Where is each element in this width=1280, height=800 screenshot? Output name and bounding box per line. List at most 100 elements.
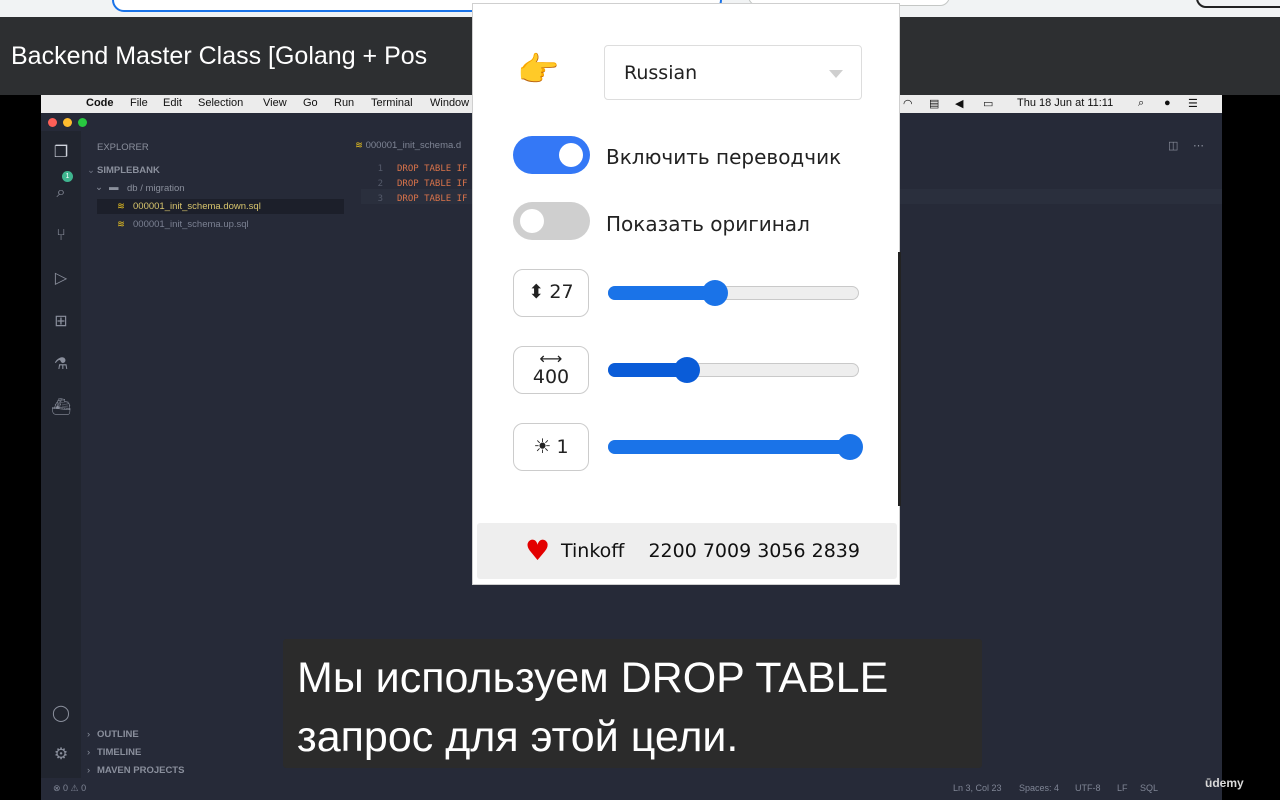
line-ending[interactable]: LF	[1117, 783, 1128, 793]
width-box: ⟷ 400	[513, 346, 589, 394]
panel-timeline[interactable]: TIMELINE	[97, 747, 141, 758]
slider-fill	[608, 286, 714, 300]
language-select[interactable]: Russian	[604, 45, 862, 100]
menu-item: Go	[303, 97, 318, 109]
more-actions-icon: ⋯	[1193, 140, 1204, 152]
problems-counter[interactable]: ⊗ 0 ⚠ 0	[53, 783, 86, 794]
brightness-icon: ☀	[533, 434, 552, 458]
toggle-label: Включить переводчик	[606, 145, 842, 169]
notification-badge: 1	[62, 171, 73, 182]
database-icon: ≋	[355, 140, 363, 151]
heart-icon: ♥	[525, 534, 551, 567]
profile-button[interactable]	[1196, 0, 1280, 8]
horizontal-resize-icon: ⟷	[539, 349, 563, 368]
menu-item: Edit	[163, 97, 182, 109]
language-select-value: Russian	[624, 62, 698, 84]
control-center-icon: ☰	[1188, 98, 1198, 110]
language-mode[interactable]: SQL	[1140, 783, 1158, 793]
subtitle-line: запрос для этой цели.	[297, 713, 739, 761]
subtitle-box: Мы используем DROP TABLE запрос для этой…	[283, 639, 982, 768]
panel-outline[interactable]: OUTLINE	[97, 729, 139, 740]
editor-tab[interactable]: ≋ 000001_init_schema.d	[355, 140, 461, 151]
wifi-icon: ◠	[903, 98, 913, 110]
file-item[interactable]: 000001_init_schema.down.sql	[133, 201, 261, 212]
line-number: 3	[377, 194, 383, 204]
chevron-down-icon	[829, 70, 843, 78]
donation-text: Tinkoff 2200 7009 3056 2839	[561, 540, 878, 562]
menu-item: Window	[430, 97, 470, 109]
code-text: DROP TABLE IF	[397, 194, 468, 204]
folder-name: db / migration	[127, 183, 185, 194]
encoding[interactable]: UTF-8	[1075, 783, 1101, 793]
volume-icon: ◀	[955, 98, 964, 110]
slider-fill	[608, 440, 849, 454]
explorer-title: EXPLORER	[97, 142, 149, 153]
menu-item: Terminal	[371, 97, 413, 109]
subtitle-line: Мы используем DROP TABLE	[297, 654, 889, 702]
menubar-clock: Thu 18 Jun at 11:11	[1017, 97, 1114, 109]
chevron-down-icon: ⌄	[95, 182, 103, 193]
extensions-icon: ⊞	[54, 313, 68, 330]
font-size-box: ⬍ 27	[513, 269, 589, 317]
chevron-right-icon: ›	[87, 729, 91, 740]
donation-bar: ♥ Tinkoff 2200 7009 3056 2839	[477, 523, 897, 579]
bank-name: Tinkoff	[561, 540, 625, 562]
menu-item: Code	[86, 97, 114, 109]
indentation[interactable]: Spaces: 4	[1019, 783, 1059, 793]
code-text: DROP TABLE IF	[397, 164, 468, 174]
menu-item: View	[263, 97, 287, 109]
toggle-label: Показать оригинал	[606, 212, 810, 236]
account-icon: ◯	[52, 705, 70, 722]
width-value: 400	[532, 366, 570, 388]
brightness-value: 1	[556, 436, 569, 458]
zoom-dot	[78, 118, 87, 127]
spotlight-icon: ⌕	[1138, 97, 1145, 109]
project-name: SIMPLEBANK	[97, 165, 160, 176]
activity-bar: ❐ 1 ⌕ ⑂ ▷ ⊞ ⚗ ⛴ ◯ ⚙	[41, 131, 81, 800]
explorer-icon: ❐	[53, 144, 69, 161]
code-text: DROP TABLE IF	[397, 179, 468, 189]
chevron-right-icon: ›	[87, 765, 91, 776]
menu-item: Selection	[198, 97, 244, 109]
minimize-dot	[63, 118, 72, 127]
close-dot	[48, 118, 57, 127]
siri-icon: ●	[1164, 97, 1171, 109]
status-bar: ⊗ 0 ⚠ 0 Ln 3, Col 23 Spaces: 4 UTF-8 LF …	[41, 778, 1222, 800]
cursor-position[interactable]: Ln 3, Col 23	[953, 783, 1002, 793]
split-editor-icon: ◫	[1168, 140, 1179, 152]
line-number: 2	[377, 179, 383, 189]
card-number[interactable]: 2200 7009 3056 2839	[648, 540, 860, 562]
run-debug-icon: ▷	[54, 270, 68, 287]
subtitle-text: Мы используем DROP TABLE запрос для этой…	[297, 649, 977, 767]
popup-scrollbar[interactable]	[898, 252, 901, 506]
panel-maven[interactable]: MAVEN PROJECTS	[97, 765, 184, 776]
toggle-enable-translator[interactable]	[513, 136, 590, 174]
docker-icon: ⛴	[51, 399, 72, 416]
font-size-value: 27	[549, 281, 574, 303]
width-slider[interactable]	[608, 357, 859, 383]
slider-thumb[interactable]	[702, 280, 728, 306]
database-icon: ≋	[117, 219, 125, 230]
toggle-show-original[interactable]	[513, 202, 590, 240]
pointing-hand-icon: 👉	[517, 50, 560, 90]
font-size-slider[interactable]	[608, 280, 859, 306]
chevron-right-icon: ›	[87, 747, 91, 758]
settings-gear-icon: ⚙	[53, 746, 69, 763]
editor-tab-label: 000001_init_schema.d	[365, 140, 462, 151]
chevron-down-icon: ⌄	[87, 165, 95, 176]
folder-icon: ▬	[109, 182, 119, 193]
code-editor[interactable]: 1 DROP TABLE IF 2 DROP TABLE IF 3 DROP TABL…	[361, 162, 468, 207]
database-icon: ≋	[117, 201, 125, 212]
brightness-slider[interactable]	[608, 434, 863, 460]
menu-item: Run	[334, 97, 355, 109]
source-control-icon: ⑂	[56, 227, 66, 244]
search-icon: ⌕	[56, 184, 66, 201]
slider-thumb[interactable]	[674, 357, 700, 383]
slider-thumb[interactable]	[837, 434, 863, 460]
line-number: 1	[377, 164, 383, 174]
code-line: 3 DROP TABLE IF	[361, 192, 468, 207]
battery-icon: ▭	[983, 98, 994, 110]
toggle-knob	[520, 209, 544, 233]
testing-icon: ⚗	[53, 356, 69, 373]
file-item[interactable]: 000001_init_schema.up.sql	[133, 219, 249, 230]
